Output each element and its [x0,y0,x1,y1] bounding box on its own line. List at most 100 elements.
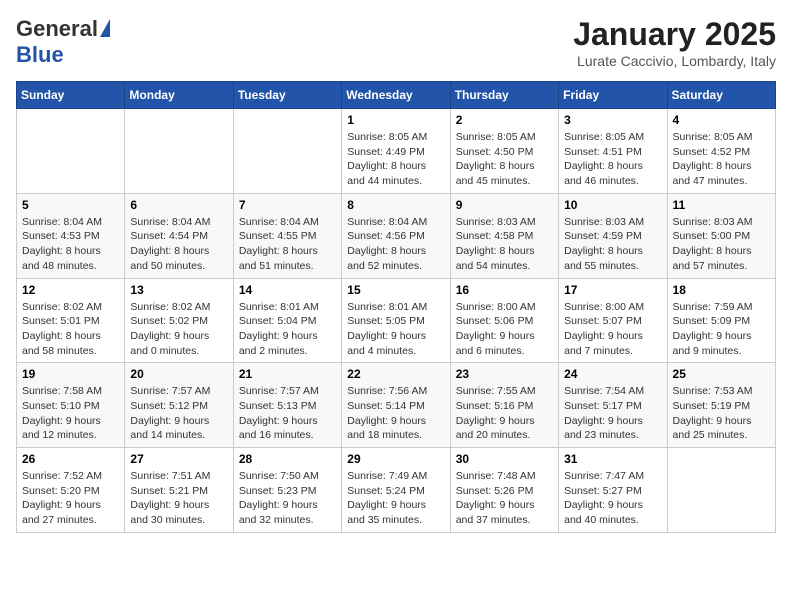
calendar-cell: 1 Sunrise: 8:05 AM Sunset: 4:49 PM Daylig… [342,109,450,194]
day-info: Sunrise: 7:47 AM Sunset: 5:27 PM Dayligh… [564,469,661,528]
day-info: Sunrise: 7:50 AM Sunset: 5:23 PM Dayligh… [239,469,336,528]
calendar-cell [125,109,233,194]
day-info: Sunrise: 8:04 AM Sunset: 4:54 PM Dayligh… [130,215,227,274]
calendar-cell: 5 Sunrise: 8:04 AM Sunset: 4:53 PM Daylig… [17,193,125,278]
calendar-cell [17,109,125,194]
day-info: Sunrise: 7:51 AM Sunset: 5:21 PM Dayligh… [130,469,227,528]
day-number: 18 [673,283,770,297]
calendar-cell: 18 Sunrise: 7:59 AM Sunset: 5:09 PM Dayli… [667,278,775,363]
calendar-cell: 14 Sunrise: 8:01 AM Sunset: 5:04 PM Dayli… [233,278,341,363]
calendar-cell [233,109,341,194]
day-number: 24 [564,367,661,381]
day-info: Sunrise: 8:04 AM Sunset: 4:53 PM Dayligh… [22,215,119,274]
title-block: January 2025 Lurate Caccivio, Lombardy, … [573,16,776,69]
calendar-cell: 19 Sunrise: 7:58 AM Sunset: 5:10 PM Dayli… [17,363,125,448]
calendar-cell: 23Sunrise: 7:55 AM Sunset: 5:16 PM Dayli… [450,363,558,448]
calendar-cell: 9 Sunrise: 8:03 AM Sunset: 4:58 PM Daylig… [450,193,558,278]
day-number: 15 [347,283,444,297]
day-number: 14 [239,283,336,297]
day-number: 2 [456,113,553,127]
location-text: Lurate Caccivio, Lombardy, Italy [573,53,776,69]
calendar-cell: 16 Sunrise: 8:00 AM Sunset: 5:06 PM Dayli… [450,278,558,363]
weekday-header-tuesday: Tuesday [233,82,341,109]
logo-blue-text: Blue [16,42,64,68]
day-info: Sunrise: 7:56 AM Sunset: 5:14 PM Dayligh… [347,384,444,443]
calendar-cell: 17 Sunrise: 8:00 AM Sunset: 5:07 PM Dayli… [559,278,667,363]
day-number: 4 [673,113,770,127]
day-info: Sunrise: 7:52 AM Sunset: 5:20 PM Dayligh… [22,469,119,528]
day-number: 31 [564,452,661,466]
day-number: 27 [130,452,227,466]
calendar-week-row: 26 Sunrise: 7:52 AM Sunset: 5:20 PM Dayli… [17,448,776,533]
calendar-cell: 25Sunrise: 7:53 AM Sunset: 5:19 PM Dayli… [667,363,775,448]
day-info: Sunrise: 8:05 AM Sunset: 4:50 PM Dayligh… [456,130,553,189]
day-info: Sunrise: 8:02 AM Sunset: 5:02 PM Dayligh… [130,300,227,359]
day-number: 3 [564,113,661,127]
weekday-header-friday: Friday [559,82,667,109]
day-number: 20 [130,367,227,381]
day-number: 7 [239,198,336,212]
day-number: 19 [22,367,119,381]
day-number: 10 [564,198,661,212]
day-info: Sunrise: 8:04 AM Sunset: 4:55 PM Dayligh… [239,215,336,274]
day-number: 17 [564,283,661,297]
weekday-header-wednesday: Wednesday [342,82,450,109]
weekday-header-monday: Monday [125,82,233,109]
day-info: Sunrise: 7:57 AM Sunset: 5:13 PM Dayligh… [239,384,336,443]
day-number: 21 [239,367,336,381]
calendar-cell: 4 Sunrise: 8:05 AM Sunset: 4:52 PM Daylig… [667,109,775,194]
day-number: 28 [239,452,336,466]
day-info: Sunrise: 8:00 AM Sunset: 5:07 PM Dayligh… [564,300,661,359]
day-number: 13 [130,283,227,297]
day-number: 23 [456,367,553,381]
calendar-cell: 2 Sunrise: 8:05 AM Sunset: 4:50 PM Daylig… [450,109,558,194]
day-info: Sunrise: 7:54 AM Sunset: 5:17 PM Dayligh… [564,384,661,443]
day-number: 5 [22,198,119,212]
day-number: 29 [347,452,444,466]
calendar-cell: 8Sunrise: 8:04 AM Sunset: 4:56 PM Daylig… [342,193,450,278]
day-info: Sunrise: 8:00 AM Sunset: 5:06 PM Dayligh… [456,300,553,359]
calendar-week-row: 5 Sunrise: 8:04 AM Sunset: 4:53 PM Daylig… [17,193,776,278]
day-info: Sunrise: 7:48 AM Sunset: 5:26 PM Dayligh… [456,469,553,528]
day-info: Sunrise: 8:01 AM Sunset: 5:04 PM Dayligh… [239,300,336,359]
calendar-cell: 28 Sunrise: 7:50 AM Sunset: 5:23 PM Dayli… [233,448,341,533]
calendar-cell: 11Sunrise: 8:03 AM Sunset: 5:00 PM Dayli… [667,193,775,278]
weekday-header-saturday: Saturday [667,82,775,109]
calendar-week-row: 1 Sunrise: 8:05 AM Sunset: 4:49 PM Daylig… [17,109,776,194]
calendar-cell: 3 Sunrise: 8:05 AM Sunset: 4:51 PM Daylig… [559,109,667,194]
calendar-cell: 12 Sunrise: 8:02 AM Sunset: 5:01 PM Dayli… [17,278,125,363]
page-header: General Blue January 2025 Lurate Caccivi… [16,16,776,69]
calendar-cell: 29 Sunrise: 7:49 AM Sunset: 5:24 PM Dayli… [342,448,450,533]
day-info: Sunrise: 7:59 AM Sunset: 5:09 PM Dayligh… [673,300,770,359]
day-info: Sunrise: 8:05 AM Sunset: 4:52 PM Dayligh… [673,130,770,189]
day-info: Sunrise: 8:05 AM Sunset: 4:51 PM Dayligh… [564,130,661,189]
day-info: Sunrise: 8:05 AM Sunset: 4:49 PM Dayligh… [347,130,444,189]
day-info: Sunrise: 8:03 AM Sunset: 4:58 PM Dayligh… [456,215,553,274]
day-number: 11 [673,198,770,212]
day-number: 1 [347,113,444,127]
calendar-week-row: 19 Sunrise: 7:58 AM Sunset: 5:10 PM Dayli… [17,363,776,448]
calendar-cell: 26 Sunrise: 7:52 AM Sunset: 5:20 PM Dayli… [17,448,125,533]
calendar-cell: 24 Sunrise: 7:54 AM Sunset: 5:17 PM Dayli… [559,363,667,448]
month-title: January 2025 [573,16,776,53]
day-number: 8 [347,198,444,212]
day-number: 22 [347,367,444,381]
day-info: Sunrise: 7:58 AM Sunset: 5:10 PM Dayligh… [22,384,119,443]
weekday-header-sunday: Sunday [17,82,125,109]
calendar-cell: 27 Sunrise: 7:51 AM Sunset: 5:21 PM Dayli… [125,448,233,533]
day-number: 26 [22,452,119,466]
day-number: 6 [130,198,227,212]
day-info: Sunrise: 7:57 AM Sunset: 5:12 PM Dayligh… [130,384,227,443]
calendar-week-row: 12 Sunrise: 8:02 AM Sunset: 5:01 PM Dayli… [17,278,776,363]
day-info: Sunrise: 7:49 AM Sunset: 5:24 PM Dayligh… [347,469,444,528]
weekday-header-thursday: Thursday [450,82,558,109]
calendar-cell: 13 Sunrise: 8:02 AM Sunset: 5:02 PM Dayli… [125,278,233,363]
day-info: Sunrise: 8:02 AM Sunset: 5:01 PM Dayligh… [22,300,119,359]
day-number: 16 [456,283,553,297]
calendar-cell: 31 Sunrise: 7:47 AM Sunset: 5:27 PM Dayli… [559,448,667,533]
day-number: 9 [456,198,553,212]
day-number: 12 [22,283,119,297]
calendar-cell: 7 Sunrise: 8:04 AM Sunset: 4:55 PM Daylig… [233,193,341,278]
day-info: Sunrise: 8:03 AM Sunset: 4:59 PM Dayligh… [564,215,661,274]
calendar-cell [667,448,775,533]
